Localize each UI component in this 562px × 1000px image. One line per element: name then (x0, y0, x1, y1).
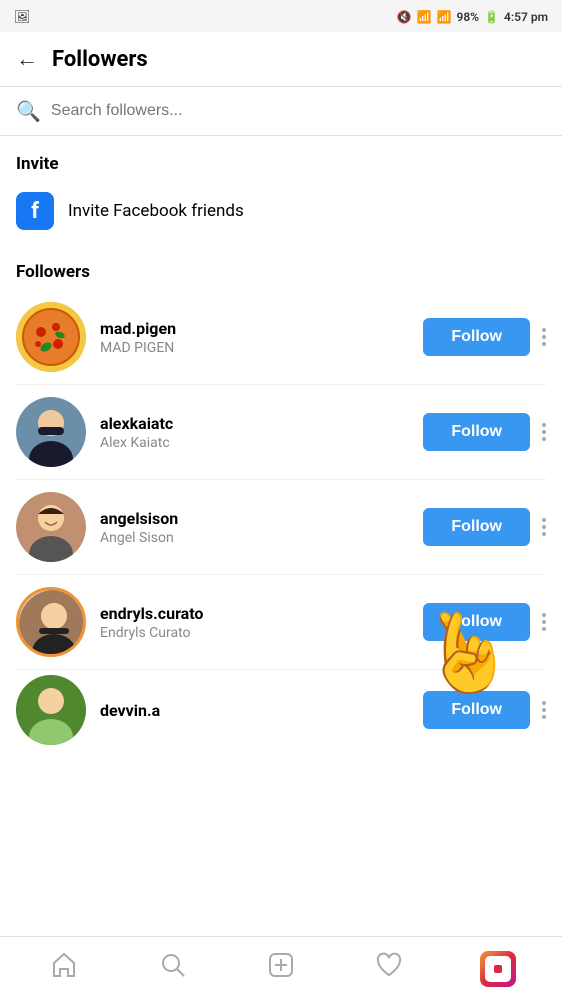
signal-icon: 📶 (437, 10, 452, 24)
status-left-icons: 🖼 (14, 10, 31, 25)
display-name: Angel Sison (100, 530, 423, 546)
follow-button[interactable]: Follow (423, 318, 530, 356)
dot (542, 627, 546, 631)
more-options-button[interactable] (542, 512, 546, 542)
avatar (16, 492, 86, 562)
invite-section: Invite f Invite Facebook friends (0, 136, 562, 244)
dot (542, 715, 546, 719)
bottom-nav (0, 936, 562, 1000)
more-options-button[interactable] (542, 695, 546, 725)
dot (542, 437, 546, 441)
search-input[interactable] (51, 102, 546, 120)
dot (542, 342, 546, 346)
display-name: Endryls Curato (100, 625, 423, 641)
main-content: 🔍 Invite f Invite Facebook friends Follo… (0, 87, 562, 828)
follower-item: mad.pigen MAD PIGEN Follow (16, 290, 546, 385)
nav-search[interactable] (143, 945, 203, 993)
invite-facebook-label: Invite Facebook friends (68, 201, 244, 221)
invite-title: Invite (16, 154, 546, 174)
avatar-person3-svg (19, 590, 86, 657)
follower-item: alexkaiatc Alex Kaiatc Follow (16, 385, 546, 480)
more-options-button[interactable] (542, 322, 546, 352)
user-info: endryls.curato Endryls Curato (100, 604, 423, 641)
status-right-icons: 🔇 📶 📶 98% 🔋 4:57 pm (397, 10, 548, 24)
battery-icon: 🔋 (484, 10, 499, 24)
search-icon (159, 951, 187, 986)
dot (542, 708, 546, 712)
follow-button[interactable]: Follow (423, 413, 530, 451)
mute-icon: 🔇 (397, 10, 412, 24)
dot (542, 613, 546, 617)
dot (542, 423, 546, 427)
user-info: mad.pigen MAD PIGEN (100, 319, 423, 356)
battery-text: 98% (456, 10, 479, 24)
avatar (16, 675, 86, 745)
invite-facebook-row[interactable]: f Invite Facebook friends (16, 188, 546, 234)
dot (542, 525, 546, 529)
search-container: 🔍 (0, 87, 562, 136)
followers-section: Followers mad.pigen MAD PIGEN (0, 244, 562, 758)
display-name: MAD PIGEN (100, 340, 423, 356)
wifi-icon: 📶 (417, 10, 432, 24)
dot (542, 430, 546, 434)
avatar (16, 587, 86, 657)
more-options-button[interactable] (542, 607, 546, 637)
profile-icon-inner (485, 956, 511, 982)
avatar-person1-svg (16, 397, 86, 467)
followers-title: Followers (16, 262, 546, 282)
nav-profile[interactable] (468, 945, 528, 993)
nav-home[interactable] (34, 945, 94, 993)
profile-icon-dot (494, 965, 502, 973)
username: angelsison (100, 509, 423, 528)
dot (542, 620, 546, 624)
user-info: devvin.a (100, 701, 423, 720)
facebook-icon: f (16, 192, 54, 230)
avatar-pizza-svg (16, 302, 86, 372)
follow-button[interactable]: Follow (423, 603, 530, 641)
avatar (16, 397, 86, 467)
avatar (16, 302, 86, 372)
add-icon (267, 951, 295, 986)
search-icon: 🔍 (16, 99, 41, 123)
avatar-person4-svg (16, 675, 86, 745)
time-display: 4:57 pm (504, 10, 548, 24)
page-title: Followers (52, 47, 148, 72)
follower-item: angelsison Angel Sison Follow (16, 480, 546, 575)
username: devvin.a (100, 701, 423, 720)
dot (542, 518, 546, 522)
avatar-person2-svg (16, 492, 86, 562)
nav-add[interactable] (251, 945, 311, 993)
nav-heart[interactable] (359, 945, 419, 993)
follower-item: endryls.curato Endryls Curato Follow 🤞 (16, 575, 546, 670)
username: mad.pigen (100, 319, 423, 338)
user-info: angelsison Angel Sison (100, 509, 423, 546)
dot (542, 701, 546, 705)
username: alexkaiatc (100, 414, 423, 433)
dot (542, 532, 546, 536)
home-icon (50, 951, 78, 986)
back-button[interactable]: ← (16, 46, 38, 72)
follower-item: devvin.a Follow (16, 670, 546, 750)
header: ← Followers (0, 32, 562, 87)
more-options-button[interactable] (542, 417, 546, 447)
heart-icon (375, 951, 403, 986)
follow-button[interactable]: Follow (423, 691, 530, 729)
user-info: alexkaiatc Alex Kaiatc (100, 414, 423, 451)
dot (542, 328, 546, 332)
follow-button[interactable]: Follow (423, 508, 530, 546)
status-bar: 🖼 🔇 📶 📶 98% 🔋 4:57 pm (0, 0, 562, 32)
username: endryls.curato (100, 604, 423, 623)
display-name: Alex Kaiatc (100, 435, 423, 451)
dot (542, 335, 546, 339)
profile-icon (480, 951, 516, 987)
